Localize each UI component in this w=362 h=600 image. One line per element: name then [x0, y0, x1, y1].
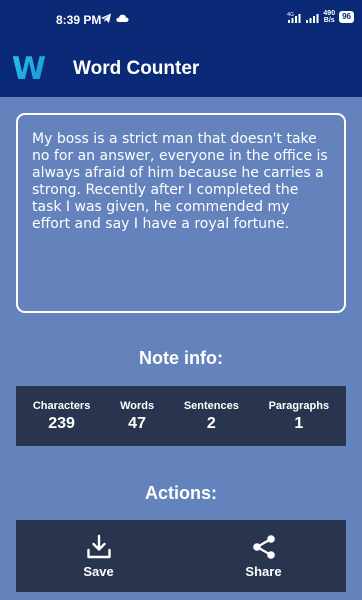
stat-value: 239: [48, 414, 75, 432]
network-speed-unit: B/s: [323, 17, 335, 24]
note-text: My boss is a strict man that doesn't tak…: [32, 131, 328, 232]
signal-icon: [306, 14, 319, 23]
stat-value: 1: [294, 414, 304, 432]
status-bar: 8:39 PM 4G 490 B/s 96: [0, 0, 362, 40]
note-text-area[interactable]: My boss is a strict man that doesn't tak…: [16, 113, 346, 313]
stat-characters: Characters 239: [33, 400, 90, 433]
stat-sentences: Sentences 2: [184, 400, 239, 433]
network-speed: 490 B/s: [323, 10, 335, 24]
stat-label: Paragraphs: [268, 399, 330, 412]
stat-words: Words 47: [120, 400, 154, 433]
save-button[interactable]: Save: [39, 534, 159, 579]
telegram-icon: [101, 13, 111, 23]
status-time: 8:39 PM: [56, 13, 102, 27]
svg-text:W: W: [12, 51, 46, 85]
battery-icon: 96: [339, 11, 354, 23]
note-info-title: Note info:: [139, 348, 223, 368]
signal-4g-icon: 4G: [287, 12, 301, 23]
cloud-icon: [116, 14, 129, 22]
stat-value: 2: [206, 414, 216, 432]
actions-title: Actions:: [145, 483, 217, 503]
save-button-label: Save: [83, 563, 114, 579]
stat-paragraphs: Paragraphs 1: [269, 400, 330, 433]
status-notification-icons: [96, 12, 129, 26]
network-speed-value: 490: [323, 10, 336, 17]
stat-label: Words: [120, 399, 155, 412]
share-button-label: Share: [245, 563, 282, 579]
actions-panel: Save Share: [16, 520, 346, 592]
app-bar: W Word Counter: [0, 40, 362, 97]
share-button[interactable]: Share: [204, 534, 324, 579]
download-icon: [86, 534, 111, 558]
app-logo: W: [12, 51, 46, 85]
status-system-icons: 4G 490 B/s 96: [287, 10, 354, 24]
app-title: Word Counter: [73, 58, 200, 79]
svg-text:4G: 4G: [287, 12, 294, 18]
note-info-panel: Characters 239 Words 47 Sentences 2 Para…: [16, 386, 346, 446]
stat-label: Sentences: [183, 399, 239, 412]
share-icon: [252, 534, 275, 559]
stat-label: Characters: [32, 399, 91, 412]
stat-value: 47: [128, 414, 146, 432]
